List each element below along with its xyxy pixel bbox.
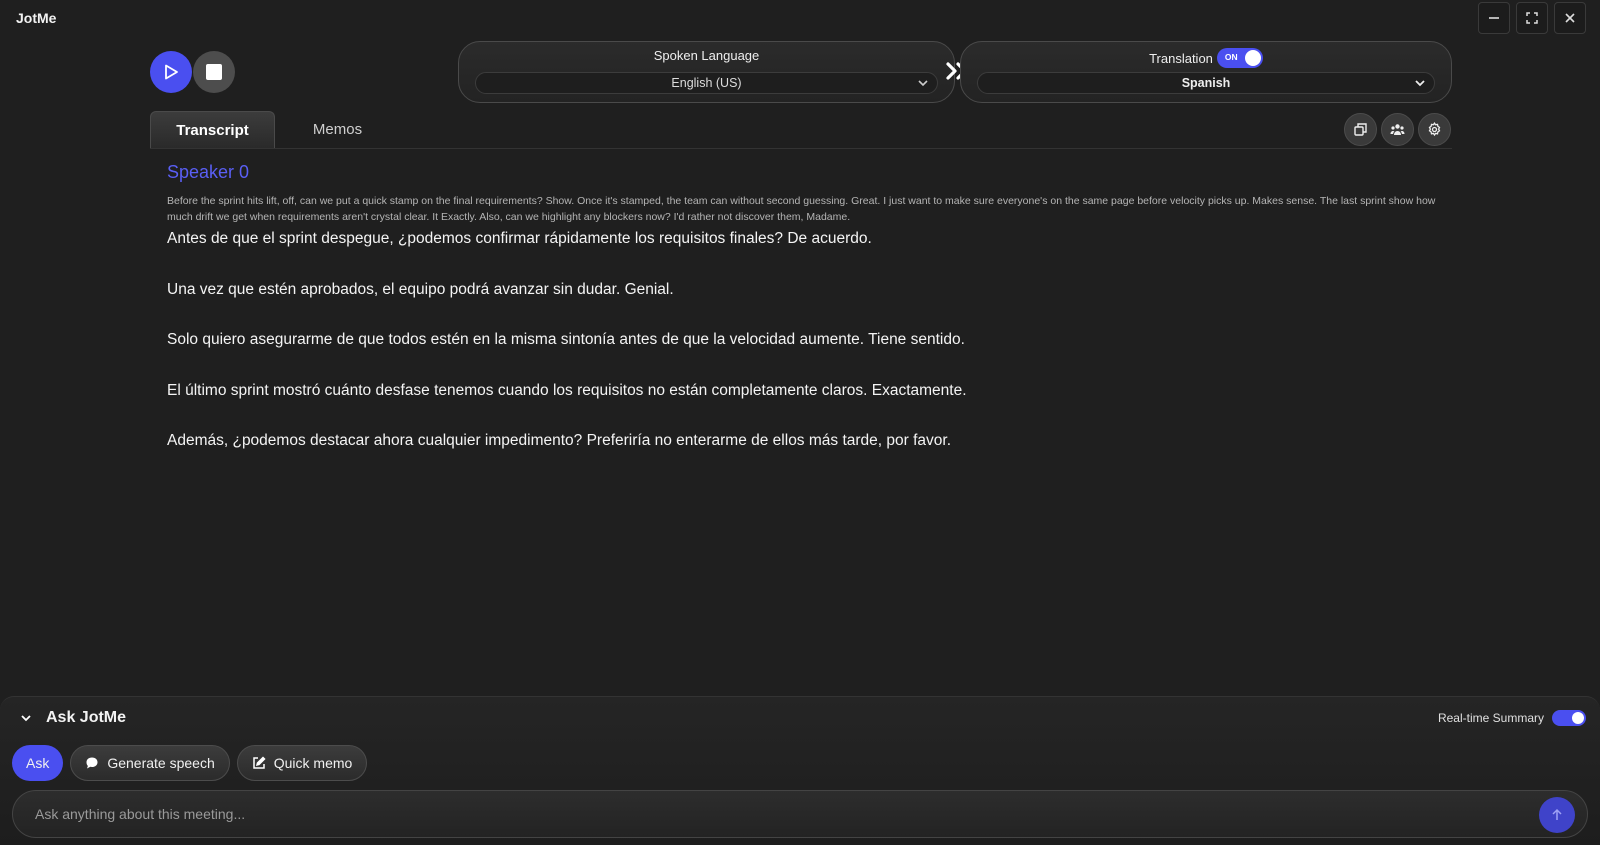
chevron-down-icon (918, 80, 928, 87)
settings-button[interactable] (1418, 113, 1451, 146)
translated-line: El último sprint mostró cuánto desfase t… (167, 381, 967, 399)
speakers-button[interactable] (1381, 113, 1414, 146)
ask-input-placeholder: Ask anything about this meeting... (35, 806, 246, 822)
translation-toggle-text: ON (1224, 52, 1238, 62)
ask-actions: Ask Generate speech Quick memo (12, 745, 368, 781)
tab-bar: Transcript Memos (150, 111, 400, 148)
minimize-button[interactable] (1478, 2, 1510, 34)
translated-line: Antes de que el sprint despegue, ¿podemo… (167, 230, 872, 247)
speech-bubble-icon (86, 757, 98, 769)
translation-language-select[interactable]: Spanish (977, 72, 1435, 94)
chevron-down-icon (1415, 80, 1425, 87)
play-icon (165, 64, 178, 80)
realtime-summary-control: Real-time Summary (1438, 710, 1586, 726)
translation-header: Translation ON (961, 48, 1451, 68)
app-title: JotMe (16, 10, 57, 26)
chevron-down-icon[interactable] (20, 712, 32, 724)
edit-icon (253, 756, 266, 769)
realtime-summary-toggle[interactable] (1552, 710, 1586, 726)
minimize-icon (1489, 17, 1499, 19)
translated-line: Solo quiero asegurarme de que todos esté… (167, 331, 965, 348)
spoken-language-label: Spoken Language (653, 48, 760, 63)
source-transcript: Before the sprint hits lift, off, can we… (167, 195, 1436, 223)
ask-title: Ask JotMe (46, 709, 127, 726)
window-controls (1478, 2, 1586, 34)
spoken-language-panel: Spoken Language English (US) (458, 41, 955, 103)
generate-speech-label: Generate speech (107, 755, 215, 771)
translation-language-value: Spanish (1181, 76, 1231, 90)
tab-transcript[interactable]: Transcript (150, 111, 275, 148)
settings-icon (1428, 122, 1441, 137)
translated-line: Además, ¿podemos destacar ahora cualquie… (167, 432, 952, 449)
stop-icon (206, 64, 222, 80)
ask-panel: Ask JotMe Real-time Summary Ask Generate… (0, 696, 1600, 845)
speakers-icon (1390, 124, 1405, 135)
quick-memo-button[interactable]: Quick memo (236, 745, 368, 781)
translation-toggle[interactable]: ON (1216, 48, 1263, 68)
close-icon (1565, 13, 1575, 23)
copy-icon (1354, 123, 1367, 136)
translation-label: Translation (1149, 50, 1213, 66)
translation-panel: Translation ON Spanish (960, 41, 1452, 103)
ask-header[interactable]: Ask JotMe (20, 709, 126, 727)
spoken-language-select[interactable]: English (US) (475, 72, 938, 94)
spoken-language-value: English (US) (671, 76, 742, 90)
toggle-knob (1572, 712, 1584, 724)
record-controls (150, 51, 235, 93)
realtime-summary-label: Real-time Summary (1437, 711, 1544, 725)
arrow-up-icon (1552, 808, 1562, 820)
speaker-name: Speaker 0 (167, 162, 250, 182)
ask-button-label: Ask (26, 755, 50, 771)
generate-speech-button[interactable]: Generate speech (70, 745, 230, 781)
ask-input[interactable]: Ask anything about this meeting... (12, 790, 1588, 838)
transcript-tools (1344, 113, 1451, 146)
send-button[interactable] (1539, 797, 1575, 833)
fullscreen-button[interactable] (1516, 2, 1548, 34)
toggle-knob (1244, 50, 1261, 66)
close-button[interactable] (1554, 2, 1586, 34)
ask-button[interactable]: Ask (12, 745, 64, 781)
play-button[interactable] (150, 51, 192, 93)
stop-button[interactable] (193, 51, 235, 93)
tab-divider (150, 148, 1452, 149)
tab-memos[interactable]: Memos (275, 111, 400, 148)
translated-transcript: Antes de que el sprint despegue, ¿podemo… (167, 230, 1452, 483)
quick-memo-label: Quick memo (273, 755, 353, 771)
translated-line: Una vez que estén aprobados, el equipo p… (167, 280, 674, 298)
fullscreen-icon (1526, 12, 1538, 24)
copy-button[interactable] (1344, 113, 1377, 146)
